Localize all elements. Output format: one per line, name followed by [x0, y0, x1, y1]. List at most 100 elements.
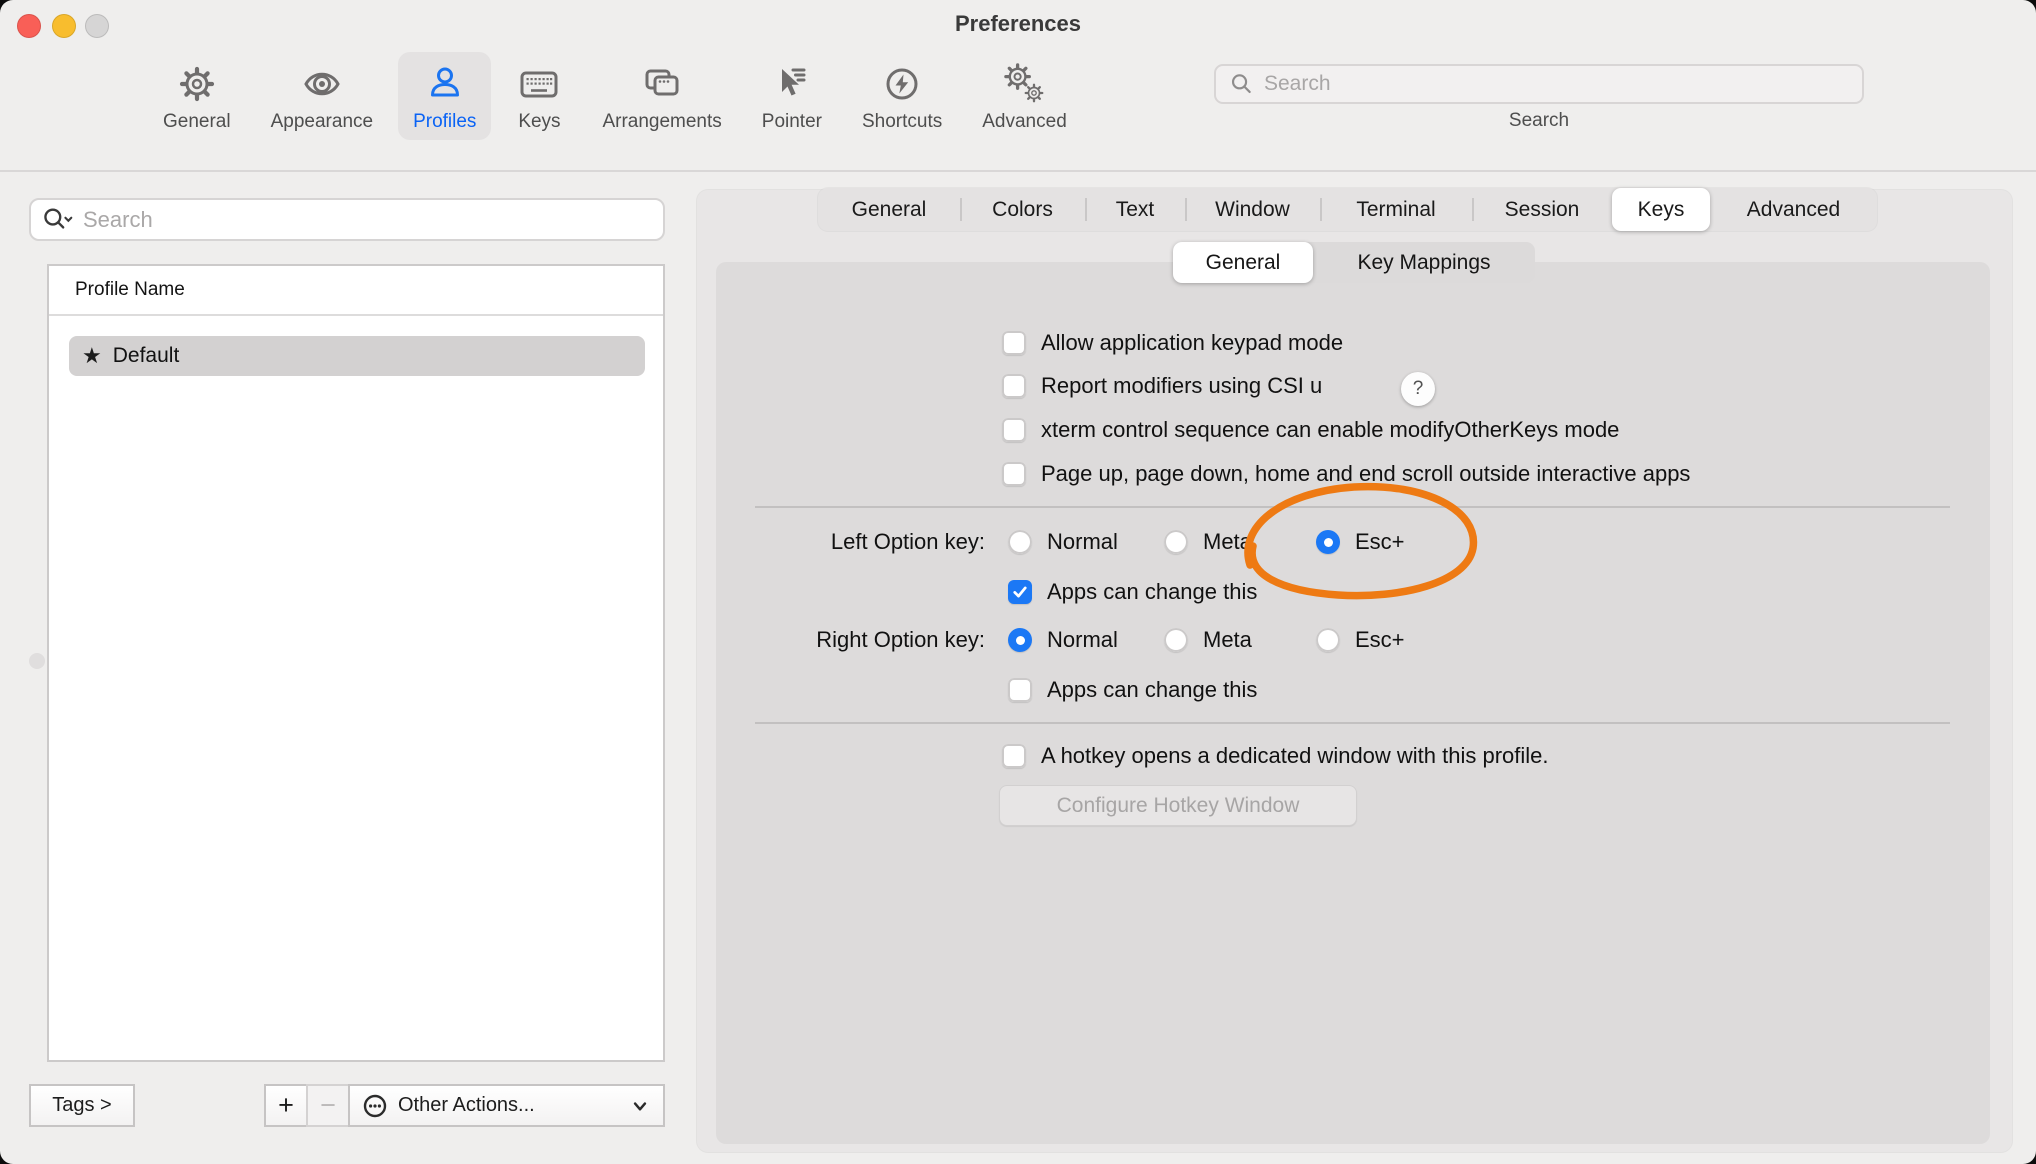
tab-terminal[interactable]: Terminal	[1320, 188, 1472, 231]
keys-subtabbar: General Key Mappings	[1173, 242, 1535, 283]
checkbox-label: Report modifiers using CSI u	[1041, 373, 1322, 399]
other-actions-dropdown[interactable]: Other Actions...	[348, 1084, 665, 1127]
eye-icon	[299, 61, 345, 107]
checkbox-unchecked[interactable]	[1008, 678, 1032, 702]
checkbox-unchecked[interactable]	[1002, 418, 1026, 442]
checkbox-row-modifyotherkeys[interactable]: xterm control sequence can enable modify…	[1002, 416, 1619, 444]
search-options-icon[interactable]	[41, 205, 75, 235]
tab-session[interactable]: Session	[1472, 188, 1612, 231]
profile-tabbar: General Colors Text Window Terminal Sess…	[818, 188, 1877, 231]
toolbar-item-label: Keys	[518, 111, 560, 133]
tab-divider	[1320, 198, 1322, 221]
tab-general[interactable]: General	[818, 188, 960, 231]
tab-divider	[1085, 198, 1087, 221]
checkbox-unchecked[interactable]	[1002, 331, 1026, 355]
remove-profile-button[interactable]: −	[306, 1084, 350, 1127]
radio-right-normal[interactable]: Normal	[1008, 626, 1118, 654]
checkbox-unchecked[interactable]	[1002, 462, 1026, 486]
tab-advanced[interactable]: Advanced	[1710, 188, 1877, 231]
toolbar-item-advanced[interactable]: Advanced	[967, 52, 1082, 140]
radio-label: Esc+	[1355, 627, 1405, 653]
help-button[interactable]: ?	[1401, 372, 1435, 406]
configure-hotkey-window-button[interactable]: Configure Hotkey Window	[999, 785, 1357, 826]
radio-right-esc[interactable]: Esc+	[1316, 626, 1405, 654]
search-icon	[1228, 71, 1254, 97]
checkbox-row-csi-u[interactable]: Report modifiers using CSI u	[1002, 372, 1322, 400]
toolbar-item-shortcuts[interactable]: Shortcuts	[847, 52, 957, 140]
toolbar-search-input[interactable]	[1262, 71, 1850, 97]
toolbar-item-label: Advanced	[982, 111, 1067, 133]
checkbox-label: A hotkey opens a dedicated window with t…	[1041, 743, 1549, 769]
section-divider	[755, 506, 1950, 508]
toolbar-item-label: Profiles	[413, 111, 476, 133]
profile-search-field[interactable]	[29, 198, 665, 241]
radio-unchecked[interactable]	[1164, 628, 1188, 652]
chevron-down-icon	[629, 1097, 651, 1115]
profile-list-header: Profile Name	[49, 266, 663, 316]
checkbox-label: Apps can change this	[1047, 677, 1257, 703]
window-title: Preferences	[0, 11, 2036, 37]
lightning-icon	[879, 61, 925, 107]
section-divider	[755, 722, 1950, 724]
preferences-window: Preferences General Appearance	[0, 0, 2036, 1164]
keyboard-icon	[516, 61, 562, 107]
person-icon	[422, 61, 468, 107]
toolbar-search-field[interactable]	[1214, 64, 1864, 104]
radio-left-esc[interactable]: Esc+	[1316, 528, 1405, 556]
windows-icon	[639, 61, 685, 107]
checkbox-label: Allow application keypad mode	[1041, 330, 1343, 356]
other-actions-label: Other Actions...	[398, 1094, 535, 1117]
gear-icon	[174, 61, 220, 107]
toolbar-item-label: Arrangements	[602, 111, 721, 133]
toolbar-search-label: Search	[1214, 110, 1864, 132]
tab-colors[interactable]: Colors	[960, 188, 1085, 231]
radio-right-meta[interactable]: Meta	[1164, 626, 1252, 654]
radio-left-normal[interactable]: Normal	[1008, 528, 1118, 556]
checkbox-row-hotkey[interactable]: A hotkey opens a dedicated window with t…	[1002, 742, 1549, 770]
radio-unchecked[interactable]	[1316, 628, 1340, 652]
subtab-key-mappings[interactable]: Key Mappings	[1313, 242, 1535, 283]
radio-left-meta[interactable]: Meta	[1164, 528, 1252, 556]
cursor-icon	[769, 61, 815, 107]
radio-label: Esc+	[1355, 529, 1405, 555]
tab-text[interactable]: Text	[1085, 188, 1185, 231]
add-profile-button[interactable]: +	[264, 1084, 308, 1127]
checkbox-unchecked[interactable]	[1002, 374, 1026, 398]
checkbox-row-apps-left[interactable]: Apps can change this	[1008, 578, 1257, 606]
toolbar-item-arrangements[interactable]: Arrangements	[587, 52, 736, 140]
radio-label: Normal	[1047, 529, 1118, 555]
checkbox-row-scroll-outside[interactable]: Page up, page down, home and end scroll …	[1002, 460, 1690, 488]
radio-label: Meta	[1203, 529, 1252, 555]
tab-divider	[960, 198, 962, 221]
splitter-handle[interactable]	[29, 653, 45, 669]
checkbox-row-apps-right[interactable]: Apps can change this	[1008, 676, 1257, 704]
toolbar-item-label: General	[163, 111, 231, 133]
profile-row-default[interactable]: ★ Default	[69, 336, 645, 376]
profile-search-input[interactable]	[81, 206, 653, 234]
checkbox-checked[interactable]	[1008, 580, 1032, 604]
preferences-toolbar: General Appearance Profiles	[148, 52, 1082, 140]
checkbox-unchecked[interactable]	[1002, 744, 1026, 768]
tags-button[interactable]: Tags >	[29, 1084, 135, 1127]
subtab-general[interactable]: General	[1173, 242, 1313, 283]
toolbar-item-general[interactable]: General	[148, 52, 246, 140]
radio-checked[interactable]	[1008, 628, 1032, 652]
toolbar-item-label: Pointer	[762, 111, 822, 133]
radio-unchecked[interactable]	[1164, 530, 1188, 554]
star-icon: ★	[82, 345, 102, 367]
tab-keys[interactable]: Keys	[1612, 188, 1710, 231]
toolbar-item-pointer[interactable]: Pointer	[747, 52, 837, 140]
toolbar-item-profiles[interactable]: Profiles	[398, 52, 491, 140]
keys-general-pane	[716, 262, 1990, 1144]
toolbar-item-label: Shortcuts	[862, 111, 942, 133]
toolbar-item-appearance[interactable]: Appearance	[256, 52, 388, 140]
toolbar-item-label: Appearance	[271, 111, 373, 133]
radio-unchecked[interactable]	[1008, 530, 1032, 554]
right-option-key-label: Right Option key:	[700, 626, 985, 654]
tab-divider	[1185, 198, 1187, 221]
tab-window[interactable]: Window	[1185, 188, 1320, 231]
toolbar-item-keys[interactable]: Keys	[501, 52, 577, 140]
toolbar-separator	[0, 170, 2036, 172]
radio-checked[interactable]	[1316, 530, 1340, 554]
checkbox-row-keypad[interactable]: Allow application keypad mode	[1002, 329, 1343, 357]
